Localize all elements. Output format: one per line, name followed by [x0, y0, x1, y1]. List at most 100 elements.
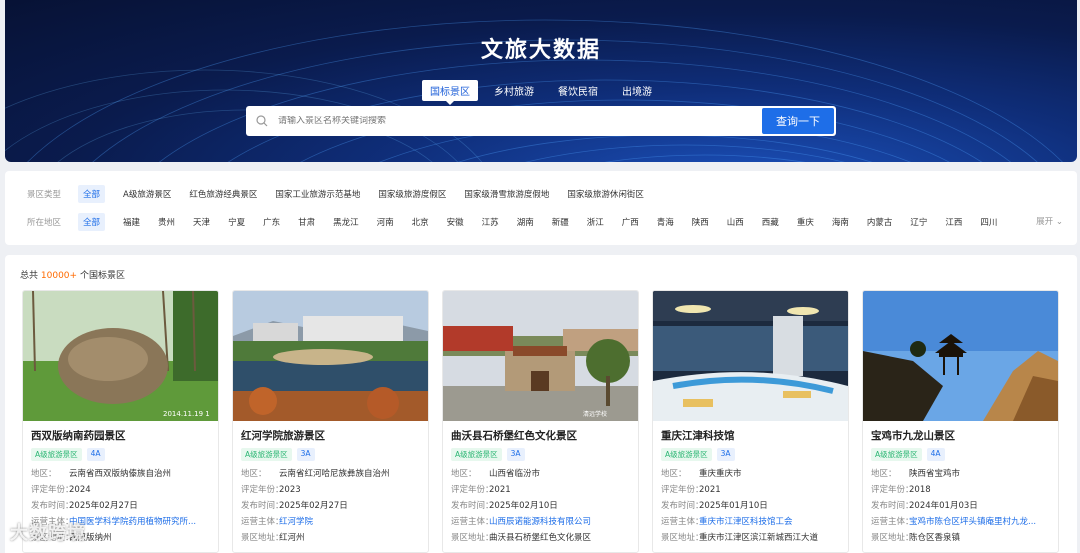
card-title: 宝鸡市九龙山景区	[871, 430, 955, 442]
scenic-card[interactable]: 清远学校 曲沃县石桥堡红色文化景区 A级旅游景区 3A 地区： 山西省临汾市 评定…	[442, 290, 639, 553]
filter-region-option[interactable]: 海南	[832, 213, 849, 231]
address-label: 景区地址：	[661, 533, 704, 543]
expand-toggle[interactable]: 展开 ⌄	[1036, 215, 1063, 227]
filter-label-region: 所在地区	[27, 218, 62, 228]
address-label: 景区地址：	[241, 533, 284, 543]
results-total: 总共 10000+ 个国标景区	[20, 268, 125, 281]
filter-region-option[interactable]: 重庆	[797, 213, 814, 231]
year-value: 2021	[489, 485, 511, 495]
category-badge: A级旅游景区	[241, 448, 292, 461]
region-value: 云南省西双版纳傣族自治州	[69, 469, 172, 479]
filter-region-option[interactable]: 内蒙古	[867, 213, 893, 231]
operator-label: 运营主体：	[661, 517, 704, 527]
total-count: 10000+	[40, 271, 78, 281]
tab-rural-tourism[interactable]: 乡村旅游	[486, 80, 542, 101]
filter-region-option[interactable]: 河南	[377, 213, 394, 231]
filter-region-option[interactable]: 天津	[193, 213, 210, 231]
filter-type-option[interactable]: 国家级滑雪旅游度假地	[464, 185, 549, 203]
filter-region-option[interactable]: 宁夏	[228, 213, 245, 231]
tab-dining-lodging[interactable]: 餐饮民宿	[550, 80, 606, 101]
published-value: 2025年02月27日	[69, 501, 138, 511]
total-suffix: 个国标景区	[79, 271, 125, 281]
filter-type-option[interactable]: 国家级旅游度假区	[378, 185, 446, 203]
filter-region-option[interactable]: 贵州	[158, 213, 175, 231]
filter-region-option[interactable]: 山西	[727, 213, 744, 231]
search-button[interactable]: 查询一下	[762, 108, 834, 134]
filter-region-option[interactable]: 新疆	[552, 213, 569, 231]
address-value: 曲沃县石桥堡红色文化景区	[489, 533, 592, 543]
address-label: 景区地址：	[871, 533, 914, 543]
filter-region-option[interactable]: 全部	[78, 213, 106, 231]
total-prefix: 总共	[20, 271, 39, 281]
scenic-photo-mountain-pavilion	[863, 291, 1058, 421]
year-label: 评定年份：	[871, 485, 914, 495]
region-value: 山西省临汾市	[489, 469, 541, 479]
filter-region-option[interactable]: 北京	[412, 213, 429, 231]
tab-outbound-travel[interactable]: 出境游	[614, 80, 660, 101]
year-value: 2023	[279, 485, 301, 495]
year-label: 评定年份：	[451, 485, 494, 495]
filter-region-option[interactable]: 西藏	[762, 213, 779, 231]
published-value: 2025年02月27日	[279, 501, 348, 511]
filter-region-option[interactable]: 青海	[657, 213, 674, 231]
filter-region-option[interactable]: 浙江	[587, 213, 604, 231]
filter-region-option[interactable]: 黑龙江	[333, 213, 359, 231]
card-grid: 2014.11.19 1 西双版纳南药园景区 A级旅游景区 4A 地区： 云南省西…	[22, 290, 1059, 553]
filter-region-option[interactable]: 辽宁	[910, 213, 927, 231]
scenic-card[interactable]: 2014.11.19 1 西双版纳南药园景区 A级旅游景区 4A 地区： 云南省西…	[22, 290, 219, 553]
filter-row-region: 所在地区 全部 福建 贵州 天津 宁夏 广东 甘肃 黑龙江 河南 北京 安徽 江…	[27, 213, 1015, 231]
scenic-card[interactable]: 红河学院旅游景区 A级旅游景区 3A 地区： 云南省红河哈尼族彝族自治州 评定年份…	[232, 290, 429, 553]
published-label: 发布时间：	[451, 501, 494, 511]
filter-region-option[interactable]: 江苏	[482, 213, 499, 231]
filter-region-option[interactable]: 陕西	[692, 213, 709, 231]
published-label: 发布时间：	[241, 501, 284, 511]
region-value: 云南省红河哈尼族彝族自治州	[279, 469, 390, 479]
scenic-card[interactable]: 宝鸡市九龙山景区 A级旅游景区 4A 地区： 陕西省宝鸡市 评定年份：2018 发…	[862, 290, 1059, 553]
year-value: 2018	[909, 485, 931, 495]
operator-link[interactable]: 红河学院	[279, 517, 313, 527]
filter-region-option[interactable]: 江西	[945, 213, 962, 231]
category-tabs: 国标景区 乡村旅游 餐饮民宿 出境游	[5, 80, 1077, 105]
operator-link[interactable]: 重庆市江津区科技馆工会	[699, 517, 793, 527]
category-badge: A级旅游景区	[661, 448, 712, 461]
filter-region-option[interactable]: 甘肃	[298, 213, 315, 231]
year-value: 2021	[699, 485, 721, 495]
filter-type-option[interactable]: 国家工业旅游示范基地	[275, 185, 360, 203]
published-value: 2025年02月10日	[489, 501, 558, 511]
filter-region-option[interactable]: 广东	[263, 213, 280, 231]
scenic-card[interactable]: 重庆江津科技馆 A级旅游景区 3A 地区： 重庆重庆市 评定年份：2021 发布时…	[652, 290, 849, 553]
filter-region-option[interactable]: 湖南	[517, 213, 534, 231]
published-value: 2024年01月03日	[909, 501, 978, 511]
search-input[interactable]	[278, 116, 762, 126]
filter-type-option[interactable]: A级旅游景区	[123, 185, 171, 203]
category-badge: A级旅游景区	[31, 448, 82, 461]
region-label: 地区：	[31, 469, 57, 479]
level-badge: 3A	[506, 448, 525, 461]
filter-type-option[interactable]: 国家级旅游休闲街区	[567, 185, 644, 203]
filter-region-option[interactable]: 广西	[622, 213, 639, 231]
filter-type-option[interactable]: 红色旅游经典景区	[189, 185, 257, 203]
year-value: 2024	[69, 485, 91, 495]
operator-link[interactable]: 山西辰诺能源科技有限公司	[489, 517, 591, 527]
operator-link[interactable]: 中国医学科学院药用植物研究所...	[69, 517, 196, 527]
chevron-down-icon: ⌄	[1055, 217, 1063, 227]
address-value: 红河州	[279, 533, 305, 543]
scenic-photo-red-culture: 清远学校	[443, 291, 638, 421]
level-badge: 4A	[926, 448, 945, 461]
operator-label: 运营主体：	[451, 517, 494, 527]
published-label: 发布时间：	[871, 501, 914, 511]
category-badge: A级旅游景区	[451, 448, 502, 461]
published-value: 2025年01月10日	[699, 501, 768, 511]
filter-type-option[interactable]: 全部	[78, 185, 106, 203]
address-label: 景区地址：	[451, 533, 494, 543]
operator-link[interactable]: 宝鸡市陈仓区坪头镇庵里村九龙...	[909, 517, 1036, 527]
scenic-photo-campus	[233, 291, 428, 421]
tab-national-scenic[interactable]: 国标景区	[422, 80, 478, 105]
filter-region-option[interactable]: 福建	[123, 213, 140, 231]
address-value: 重庆市江津区滨江新城西江大道	[699, 533, 819, 543]
filter-row-type: 景区类型 全部 A级旅游景区 红色旅游经典景区 国家工业旅游示范基地 国家级旅游…	[27, 185, 662, 203]
filter-region-option[interactable]: 安徽	[447, 213, 464, 231]
hero-banner: 文旅大数据 国标景区 乡村旅游 餐饮民宿 出境游	[5, 0, 1077, 162]
filter-panel: 景区类型 全部 A级旅游景区 红色旅游经典景区 国家工业旅游示范基地 国家级旅游…	[5, 171, 1077, 245]
filter-region-option[interactable]: 四川	[980, 213, 997, 231]
